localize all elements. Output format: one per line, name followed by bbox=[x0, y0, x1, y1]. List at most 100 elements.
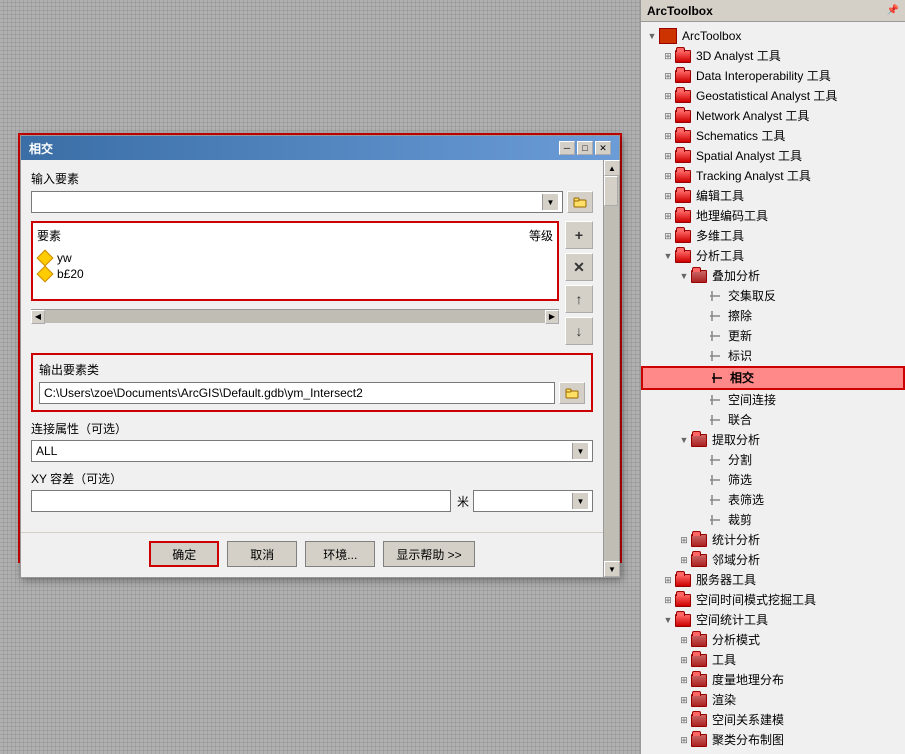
expand-spatial[interactable]: ⊞ bbox=[661, 149, 675, 163]
expand-spatial-stats[interactable]: ▼ bbox=[661, 613, 675, 627]
expand-proximity[interactable]: ⊞ bbox=[677, 553, 691, 567]
add-feature-button[interactable]: + bbox=[565, 221, 593, 249]
tree-item-cluster[interactable]: ⊞ 聚类分布制图 bbox=[641, 730, 905, 750]
xy-unit-combo[interactable]: ▼ bbox=[473, 490, 593, 512]
input-browse-button[interactable] bbox=[567, 191, 593, 213]
tree-item-analysis-mode[interactable]: ⊞ 分析模式 bbox=[641, 630, 905, 650]
expand-stats[interactable]: ⊞ bbox=[677, 533, 691, 547]
cancel-button[interactable]: 取消 bbox=[227, 541, 297, 567]
tree-item-network[interactable]: ⊞ Network Analyst 工具 bbox=[641, 106, 905, 126]
tree-item-tools[interactable]: ⊞ 工具 bbox=[641, 650, 905, 670]
tree-item-spatiotemporal[interactable]: ⊞ 空间时间模式挖掘工具 bbox=[641, 590, 905, 610]
label-erase: 擦除 bbox=[728, 307, 752, 325]
tree-item-render[interactable]: ⊞ 渲染 bbox=[641, 690, 905, 710]
expand-spatiotemporal[interactable]: ⊞ bbox=[661, 593, 675, 607]
expand-overlay[interactable]: ▼ bbox=[677, 269, 691, 283]
tree-item-edit[interactable]: ⊞ 编辑工具 bbox=[641, 186, 905, 206]
input-features-combo[interactable]: ▼ bbox=[31, 191, 563, 213]
expand-spatial-rel[interactable]: ⊞ bbox=[677, 713, 691, 727]
expand-server[interactable]: ⊞ bbox=[661, 573, 675, 587]
tree-item-update[interactable]: ─ 更新 bbox=[641, 326, 905, 346]
tree-item-datainterop[interactable]: ⊞ Data Interoperability 工具 bbox=[641, 66, 905, 86]
expand-geocoding[interactable]: ⊞ bbox=[661, 209, 675, 223]
tree-item-schematics[interactable]: ⊞ Schematics 工具 bbox=[641, 126, 905, 146]
ok-button[interactable]: 确定 bbox=[149, 541, 219, 567]
tree-item-intersect[interactable]: ─ 相交 bbox=[641, 366, 905, 390]
xy-input-field[interactable] bbox=[31, 490, 451, 512]
output-input-field[interactable] bbox=[39, 382, 555, 404]
label-union: 联合 bbox=[728, 411, 752, 429]
tree-item-multidim[interactable]: ⊞ 多维工具 bbox=[641, 226, 905, 246]
hscroll-left[interactable]: ◀ bbox=[31, 310, 45, 324]
expand-geo[interactable]: ⊞ bbox=[661, 89, 675, 103]
expand-root[interactable]: ▼ bbox=[645, 29, 659, 43]
tree-item-spatial-rel[interactable]: ⊞ 空间关系建模 bbox=[641, 710, 905, 730]
maximize-button[interactable]: □ bbox=[577, 141, 593, 155]
vscroll-thumb[interactable] bbox=[604, 176, 618, 206]
feature-name-yw: yw bbox=[57, 251, 72, 265]
close-button[interactable]: ✕ bbox=[595, 141, 611, 155]
horizontal-scrollbar[interactable]: ◀ ▶ bbox=[31, 309, 559, 323]
tree-item-erase[interactable]: ─ 擦除 bbox=[641, 306, 905, 326]
tree-item-extract[interactable]: ▼ 提取分析 bbox=[641, 430, 905, 450]
vertical-scrollbar[interactable]: ▲ ▼ bbox=[603, 160, 619, 577]
expand-tracking[interactable]: ⊞ bbox=[661, 169, 675, 183]
pin-icon[interactable]: 📌 bbox=[887, 5, 899, 16]
folder-extract bbox=[691, 434, 707, 447]
vscroll-down[interactable]: ▼ bbox=[604, 561, 620, 577]
join-type-combo[interactable]: ALL ▼ bbox=[31, 440, 593, 462]
help-button[interactable]: 显示帮助 >> bbox=[383, 541, 474, 567]
tree-root[interactable]: ▼ ArcToolbox bbox=[641, 26, 905, 46]
tree-item-server[interactable]: ⊞ 服务器工具 bbox=[641, 570, 905, 590]
expand-analysis-mode[interactable]: ⊞ bbox=[677, 633, 691, 647]
expand-3d[interactable]: ⊞ bbox=[661, 49, 675, 63]
feature-item-bf20[interactable]: b£20 bbox=[37, 266, 553, 282]
tree-item-geostatistical[interactable]: ⊞ Geostatistical Analyst 工具 bbox=[641, 86, 905, 106]
tree-item-clip[interactable]: ─ 裁剪 bbox=[641, 510, 905, 530]
expand-geodist[interactable]: ⊞ bbox=[677, 673, 691, 687]
label-render: 渲染 bbox=[712, 691, 736, 709]
tree-item-3d[interactable]: ⊞ 3D Analyst 工具 bbox=[641, 46, 905, 66]
expand-render[interactable]: ⊞ bbox=[677, 693, 691, 707]
expand-network[interactable]: ⊞ bbox=[661, 109, 675, 123]
feature-item-yw[interactable]: yw bbox=[37, 250, 553, 266]
tree-item-spatial[interactable]: ⊞ Spatial Analyst 工具 bbox=[641, 146, 905, 166]
expand-analysis[interactable]: ▼ bbox=[661, 249, 675, 263]
expand-schematics[interactable]: ⊞ bbox=[661, 129, 675, 143]
combo-arrow-icon[interactable]: ▼ bbox=[542, 194, 558, 210]
tree-item-select[interactable]: ─ 筛选 bbox=[641, 470, 905, 490]
expand-extract[interactable]: ▼ bbox=[677, 433, 691, 447]
tree-item-geodist[interactable]: ⊞ 度量地理分布 bbox=[641, 670, 905, 690]
tree-item-geocoding[interactable]: ⊞ 地理编码工具 bbox=[641, 206, 905, 226]
tree-item-intersect-extract[interactable]: ─ 交集取反 bbox=[641, 286, 905, 306]
tree-item-overlay[interactable]: ▼ 叠加分析 bbox=[641, 266, 905, 286]
move-down-button[interactable]: ↓ bbox=[565, 317, 593, 345]
tree-item-union[interactable]: ─ 联合 bbox=[641, 410, 905, 430]
output-browse-button[interactable] bbox=[559, 382, 585, 404]
tree-item-tracking[interactable]: ⊞ Tracking Analyst 工具 bbox=[641, 166, 905, 186]
tree-item-identity[interactable]: ─ 标识 bbox=[641, 346, 905, 366]
hscroll-right[interactable]: ▶ bbox=[545, 310, 559, 324]
tree-container[interactable]: ▼ ArcToolbox ⊞ 3D Analyst 工具 ⊞ Data Inte… bbox=[641, 22, 905, 754]
tree-item-analysis[interactable]: ▼ 分析工具 bbox=[641, 246, 905, 266]
tree-item-proximity[interactable]: ⊞ 邻域分析 bbox=[641, 550, 905, 570]
tree-item-table-select[interactable]: ─ 表筛选 bbox=[641, 490, 905, 510]
tree-item-stats[interactable]: ⊞ 统计分析 bbox=[641, 530, 905, 550]
join-type-arrow[interactable]: ▼ bbox=[572, 443, 588, 459]
env-button[interactable]: 环境... bbox=[305, 541, 375, 567]
tree-item-split[interactable]: ─ 分割 bbox=[641, 450, 905, 470]
xy-unit-arrow[interactable]: ▼ bbox=[572, 493, 588, 509]
expand-cluster[interactable]: ⊞ bbox=[677, 733, 691, 747]
folder-3d bbox=[675, 50, 691, 63]
expand-datainterop[interactable]: ⊞ bbox=[661, 69, 675, 83]
expand-tools[interactable]: ⊞ bbox=[677, 653, 691, 667]
vscroll-up[interactable]: ▲ bbox=[604, 160, 620, 176]
expand-multidim[interactable]: ⊞ bbox=[661, 229, 675, 243]
remove-feature-button[interactable]: ✕ bbox=[565, 253, 593, 281]
folder-spatial-rel bbox=[691, 714, 707, 727]
tree-item-spatial-stats[interactable]: ▼ 空间统计工具 bbox=[641, 610, 905, 630]
expand-edit[interactable]: ⊞ bbox=[661, 189, 675, 203]
move-up-button[interactable]: ↑ bbox=[565, 285, 593, 313]
minimize-button[interactable]: ─ bbox=[559, 141, 575, 155]
tree-item-spatial-join[interactable]: ─ 空间连接 bbox=[641, 390, 905, 410]
